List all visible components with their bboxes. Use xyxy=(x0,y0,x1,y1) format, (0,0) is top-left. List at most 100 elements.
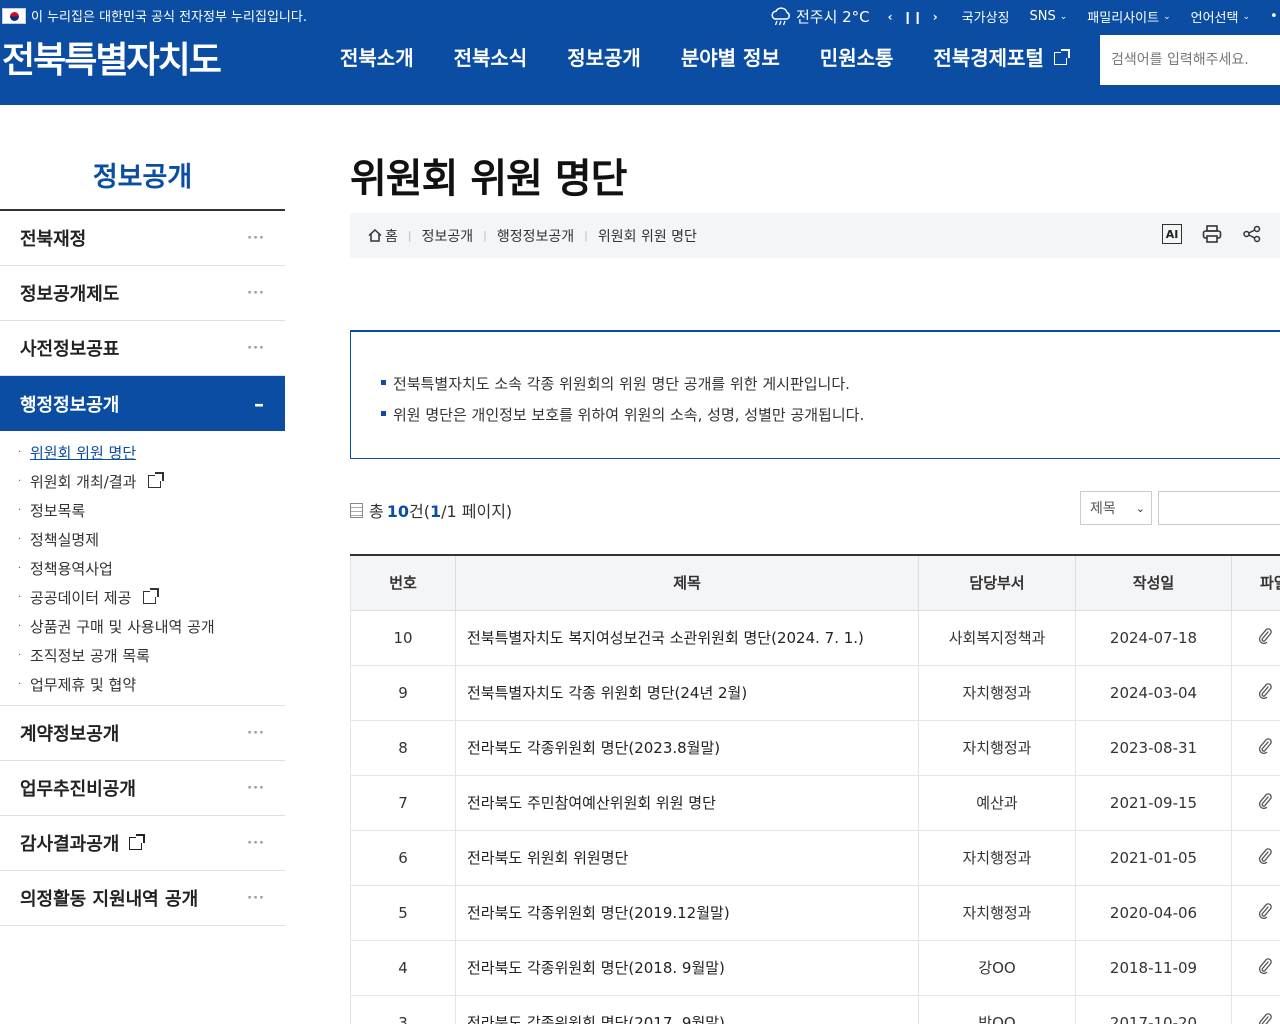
attachment-icon[interactable] xyxy=(1258,902,1272,923)
cell-file xyxy=(1231,775,1280,831)
breadcrumb-admin-info[interactable]: 행정정보공개 xyxy=(497,226,574,246)
bullet: · xyxy=(18,621,22,632)
family-site-label: 패밀리사이트 xyxy=(1087,11,1160,26)
language-dropdown[interactable]: 언어선택 ⌄ xyxy=(1191,7,1250,26)
family-site-dropdown[interactable]: 패밀리사이트 ⌄ xyxy=(1087,7,1170,26)
attachment-icon[interactable] xyxy=(1258,627,1272,648)
sidebar-item-contract-info[interactable]: 계약정보공개 ··· xyxy=(0,706,285,761)
cell-title-link[interactable]: 전라북도 각종위원회 명단(2017. 9월말) xyxy=(455,995,919,1024)
sidebar-item-label: 의정활동 지원내역 공개 xyxy=(20,889,199,910)
cell-no: 9 xyxy=(350,665,456,721)
info-notice-box: 전북특별자치도 소속 각종 위원회의 위원 명단 공개를 위한 게시판입니다. … xyxy=(350,330,1280,459)
nav-jeonbuk-news[interactable]: 전북소식 xyxy=(454,44,528,72)
global-nav: 전북소개 전북소식 정보공개 분야별 정보 민원소통 전북경제포털 xyxy=(340,44,1070,72)
site-logo[interactable]: 전북특별자치도 xyxy=(2,39,222,83)
utility-links: 전주시 2°C ‹ ❙❙ › 국가상징 SNS ⌄ 패밀리사이트 ⌄ 언어선택 ⌄ • xyxy=(769,0,1280,33)
submenu-label: 상품권 구매 및 사용내역 공개 xyxy=(30,618,215,636)
cell-file xyxy=(1231,940,1280,996)
submenu-committee-members[interactable]: · 위원회 위원 명단 xyxy=(18,438,285,467)
nav-civil-communication[interactable]: 민원소통 xyxy=(820,44,894,72)
table-row: 7 전라북도 주민참여예산위원회 위원 명단 예산과 2021-09-15 xyxy=(350,775,1280,831)
chevron-down-icon: ⌄ xyxy=(1242,11,1250,22)
sidebar-item-audit-results[interactable]: 감사결과공개 ··· xyxy=(0,816,285,871)
sns-dropdown[interactable]: SNS ⌄ xyxy=(1030,9,1068,24)
cell-no: 6 xyxy=(350,830,456,886)
sidebar-item-disclosure-system[interactable]: 정보공개제도 ··· xyxy=(0,266,285,321)
national-symbol-link[interactable]: 국가상징 xyxy=(962,7,1010,26)
breadcrumb-separator: | xyxy=(483,229,487,242)
nav-info-disclosure[interactable]: 정보공개 xyxy=(567,44,641,72)
submenu-label: 정책용역사업 xyxy=(30,560,113,578)
print-button[interactable] xyxy=(1200,222,1224,246)
nav-jeonbuk-intro[interactable]: 전북소개 xyxy=(340,44,414,72)
attachment-icon[interactable] xyxy=(1258,792,1272,813)
table-row: 6 전라북도 위원회 위원명단 자치행정과 2021-01-05 xyxy=(350,830,1280,886)
breadcrumb-home[interactable]: 홈 xyxy=(385,226,398,246)
submenu-committee-results[interactable]: · 위원회 개최/결과 xyxy=(18,467,285,496)
sidebar-item-finance[interactable]: 전북재정 ··· xyxy=(0,211,285,266)
sidebar-item-prior-disclosure[interactable]: 사전정보공표 ··· xyxy=(0,321,285,376)
submenu-public-data[interactable]: · 공공데이터 제공 xyxy=(18,583,285,612)
cell-date: 2021-01-05 xyxy=(1075,830,1232,886)
submenu-info-list[interactable]: · 정보목록 xyxy=(18,496,285,525)
cell-title-link[interactable]: 전라북도 주민참여예산위원회 위원 명단 xyxy=(455,775,919,831)
submenu-policy-research[interactable]: · 정책용역사업 xyxy=(18,554,285,583)
cell-title-link[interactable]: 전라북도 각종위원회 명단(2023.8월말) xyxy=(455,720,919,776)
result-count: 총 10건(1/1 페이지) xyxy=(350,498,512,522)
search-type-select[interactable]: 제목 ⌄ xyxy=(1080,491,1152,525)
list-search-filter: 제목 ⌄ xyxy=(1080,491,1280,525)
attachment-icon[interactable] xyxy=(1258,1012,1272,1024)
submenu-gift-certificate[interactable]: · 상품권 구매 및 사용내역 공개 xyxy=(18,612,285,641)
attachment-icon[interactable] xyxy=(1258,847,1272,868)
submenu-label: 위원회 개최/결과 xyxy=(30,473,137,491)
col-header-dept: 담당부서 xyxy=(918,555,1076,611)
ai-button[interactable]: AI xyxy=(1160,222,1184,246)
breadcrumb-current[interactable]: 위원회 위원 명단 xyxy=(598,226,697,246)
table-row: 3 전라북도 각종위원회 명단(2017. 9월말) 박OO 2017-10-20 xyxy=(350,995,1280,1024)
committee-list-table: 번호 제목 담당부서 작성일 파일 10전북특별자치도 복지여성보건국 소관위원… xyxy=(350,554,1280,1024)
attachment-icon[interactable] xyxy=(1258,682,1272,703)
submenu-org-info[interactable]: · 조직정보 공개 목록 xyxy=(18,641,285,670)
sidebar-item-label: 감사결과공개 xyxy=(20,834,120,855)
cell-title-link[interactable]: 전북특별자치도 복지여성보건국 소관위원회 명단(2024. 7. 1.) xyxy=(455,610,919,666)
next-icon[interactable]: › xyxy=(933,10,938,24)
list-search-input[interactable] xyxy=(1158,491,1280,525)
pause-icon[interactable]: ❙❙ xyxy=(903,10,923,24)
nav-economy-portal[interactable]: 전북경제포털 xyxy=(933,44,1070,72)
submenu-policy-name[interactable]: · 정책실명제 xyxy=(18,525,285,554)
submenu-label: 공공데이터 제공 xyxy=(30,589,132,607)
submenu-agreements[interactable]: · 업무제휴 및 협약 xyxy=(18,670,285,699)
count-suffix: 건( xyxy=(409,502,430,521)
cell-title-link[interactable]: 전라북도 각종위원회 명단(2019.12월말) xyxy=(455,885,919,941)
cell-title-link[interactable]: 전라북도 위원회 위원명단 xyxy=(455,830,919,886)
cell-title-link[interactable]: 전라북도 각종위원회 명단(2018. 9월말) xyxy=(455,940,919,996)
cell-no: 4 xyxy=(350,940,456,996)
bullet: · xyxy=(18,563,22,574)
cell-date: 2020-04-06 xyxy=(1075,885,1232,941)
national-symbol-label: 국가상징 xyxy=(961,11,1010,26)
prev-icon[interactable]: ‹ xyxy=(888,10,893,24)
sidebar-item-label: 정보공개제도 xyxy=(20,284,120,305)
info-item: 위원 명단은 개인정보 보호를 위하여 위원의 소속, 성명, 성별만 공개됩니… xyxy=(381,399,1280,430)
bullet: · xyxy=(18,534,22,545)
attachment-icon[interactable] xyxy=(1258,737,1272,758)
cell-title-link[interactable]: 전북특별자치도 각종 위원회 명단(24년 2월) xyxy=(455,665,919,721)
gov-notice[interactable]: 이 누리집은 대한민국 공식 전자정부 누리집입니다. xyxy=(2,6,307,25)
more-dots-icon[interactable]: • xyxy=(1270,9,1280,24)
table-row: 8 전라북도 각종위원회 명단(2023.8월말) 자치행정과 2023-08-31 xyxy=(350,720,1280,776)
sidebar-item-council-support[interactable]: 의정활동 지원내역 공개 ··· xyxy=(0,871,285,926)
cell-dept: 자치행정과 xyxy=(918,665,1076,721)
cell-dept: 예산과 xyxy=(918,775,1076,831)
breadcrumb-info-disclosure[interactable]: 정보공개 xyxy=(422,226,474,246)
cell-dept: 사회복지정책과 xyxy=(918,610,1076,666)
weather-widget: 전주시 2°C xyxy=(769,6,870,27)
chevron-down-icon: ⌄ xyxy=(1059,11,1068,22)
sidebar-item-business-expense[interactable]: 업무추진비공개 ··· xyxy=(0,761,285,816)
top-utility-bar: 이 누리집은 대한민국 공식 전자정부 누리집입니다. 전주시 2°C ‹ ❙❙… xyxy=(0,0,1280,33)
attachment-icon[interactable] xyxy=(1258,957,1272,978)
share-button[interactable] xyxy=(1240,222,1264,246)
search-input[interactable] xyxy=(1100,35,1280,85)
nav-field-info[interactable]: 분야별 정보 xyxy=(681,44,780,72)
header-search xyxy=(1100,35,1280,85)
sidebar-item-admin-info[interactable]: 행정정보공개 – xyxy=(0,376,285,431)
